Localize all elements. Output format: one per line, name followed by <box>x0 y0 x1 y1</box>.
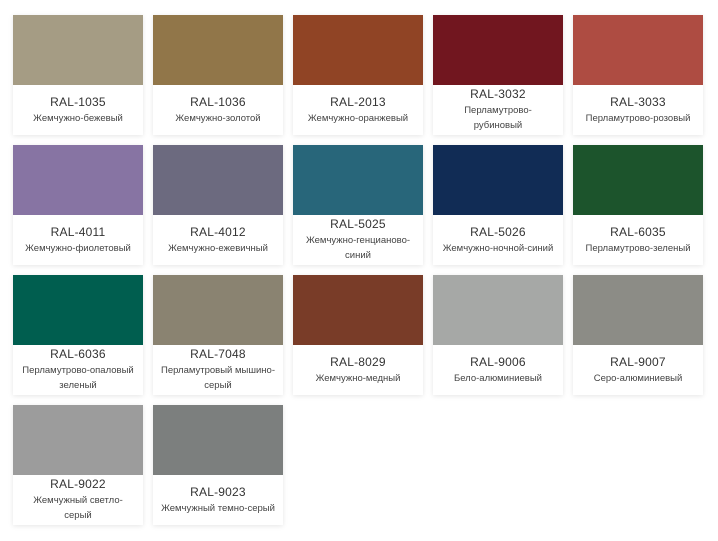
color-code: RAL-3032 <box>470 87 526 101</box>
color-swatch <box>573 145 703 215</box>
color-swatch <box>13 275 143 345</box>
color-card-ral-9007[interactable]: RAL-9007 Серо-алюминиевый <box>573 275 703 395</box>
color-card-ral-5026[interactable]: RAL-5026 Жемчужно-ночной-синий <box>433 145 563 265</box>
color-name: Жемчужный светло-серый <box>33 495 123 521</box>
color-info: RAL-3033 Перламутрово-розовый <box>573 85 703 135</box>
color-code: RAL-6036 <box>50 347 106 361</box>
color-code: RAL-9023 <box>190 484 246 499</box>
color-card-ral-9023[interactable]: RAL-9023 Жемчужный темно-серый <box>153 405 283 525</box>
color-info: RAL-1035 Жемчужно-бежевый <box>13 85 143 135</box>
color-swatch <box>573 15 703 85</box>
color-name: Жемчужно-медный <box>315 372 401 384</box>
color-swatch <box>293 275 423 345</box>
color-swatch <box>13 405 143 475</box>
color-name: Перламутрово-рубиновый <box>464 105 532 131</box>
color-card-ral-5025[interactable]: RAL-5025 Жемчужно-генцианово-синий <box>293 145 423 265</box>
color-card-ral-1035[interactable]: RAL-1035 Жемчужно-бежевый <box>13 15 143 135</box>
color-card-ral-4012[interactable]: RAL-4012 Жемчужно-ежевичный <box>153 145 283 265</box>
color-swatch <box>13 145 143 215</box>
color-card-ral-7048[interactable]: RAL-7048 Перламутровый мышино-серый <box>153 275 283 395</box>
color-code: RAL-5025 <box>330 217 386 231</box>
color-name: Перламутровый мышино-серый <box>160 365 275 391</box>
color-info: RAL-9007 Серо-алюминиевый <box>573 345 703 395</box>
color-info: RAL-9006 Бело-алюминиевый <box>433 345 563 395</box>
color-info: RAL-3032 Перламутрово-рубиновый <box>433 85 563 135</box>
color-swatch <box>573 275 703 345</box>
color-info: RAL-4011 Жемчужно-фиолетовый <box>13 215 143 265</box>
color-swatch <box>153 15 283 85</box>
color-card-ral-3033[interactable]: RAL-3033 Перламутрово-розовый <box>573 15 703 135</box>
color-info: RAL-9022 Жемчужный светло-серый <box>13 475 143 525</box>
color-info: RAL-8029 Жемчужно-медный <box>293 345 423 395</box>
color-card-ral-9022[interactable]: RAL-9022 Жемчужный светло-серый <box>13 405 143 525</box>
color-name: Бело-алюминиевый <box>453 372 542 384</box>
color-code: RAL-3033 <box>610 94 666 109</box>
color-card-ral-1036[interactable]: RAL-1036 Жемчужно-золотой <box>153 15 283 135</box>
color-code: RAL-9006 <box>470 354 526 369</box>
color-card-ral-6036[interactable]: RAL-6036 Перламутрово-опаловый зеленый <box>13 275 143 395</box>
color-info: RAL-5026 Жемчужно-ночной-синий <box>433 215 563 265</box>
color-grid: RAL-1035 Жемчужно-бежевый RAL-1036 Жемчу… <box>0 0 718 541</box>
color-swatch <box>13 15 143 85</box>
color-name: Перламутрово-зеленый <box>585 242 691 254</box>
color-info: RAL-1036 Жемчужно-золотой <box>153 85 283 135</box>
color-swatch <box>433 275 563 345</box>
color-card-ral-8029[interactable]: RAL-8029 Жемчужно-медный <box>293 275 423 395</box>
color-code: RAL-1036 <box>190 94 246 109</box>
color-name: Жемчужно-генцианово-синий <box>305 235 411 261</box>
color-name: Жемчужно-золотой <box>175 112 261 124</box>
color-code: RAL-6035 <box>610 224 666 239</box>
color-card-ral-4011[interactable]: RAL-4011 Жемчужно-фиолетовый <box>13 145 143 265</box>
color-name: Серо-алюминиевый <box>593 372 683 384</box>
color-code: RAL-9022 <box>50 477 106 491</box>
color-info: RAL-9023 Жемчужный темно-серый <box>153 475 283 525</box>
color-code: RAL-4012 <box>190 224 246 239</box>
color-name: Перламутрово-опаловый зеленый <box>22 365 134 391</box>
color-code: RAL-7048 <box>190 347 246 361</box>
color-swatch <box>293 145 423 215</box>
color-name: Перламутрово-розовый <box>585 112 691 124</box>
color-swatch <box>153 275 283 345</box>
color-swatch <box>293 15 423 85</box>
color-swatch <box>153 405 283 475</box>
color-code: RAL-4011 <box>50 224 106 239</box>
color-info: RAL-6036 Перламутрово-опаловый зеленый <box>13 345 143 395</box>
color-swatch <box>153 145 283 215</box>
color-card-ral-2013[interactable]: RAL-2013 Жемчужно-оранжевый <box>293 15 423 135</box>
color-info: RAL-2013 Жемчужно-оранжевый <box>293 85 423 135</box>
color-card-ral-6035[interactable]: RAL-6035 Перламутрово-зеленый <box>573 145 703 265</box>
color-code: RAL-9007 <box>610 354 666 369</box>
color-code: RAL-5026 <box>470 224 526 239</box>
color-card-ral-9006[interactable]: RAL-9006 Бело-алюминиевый <box>433 275 563 395</box>
color-swatch <box>433 15 563 85</box>
color-info: RAL-6035 Перламутрово-зеленый <box>573 215 703 265</box>
color-code: RAL-2013 <box>330 94 386 109</box>
color-card-ral-3032[interactable]: RAL-3032 Перламутрово-рубиновый <box>433 15 563 135</box>
color-info: RAL-4012 Жемчужно-ежевичный <box>153 215 283 265</box>
color-code: RAL-1035 <box>50 94 106 109</box>
color-name: Жемчужно-ночной-синий <box>442 242 554 254</box>
color-info: RAL-7048 Перламутровый мышино-серый <box>153 345 283 395</box>
color-swatch <box>433 145 563 215</box>
color-name: Жемчужно-фиолетовый <box>25 242 131 254</box>
color-name: Жемчужно-оранжевый <box>307 112 409 124</box>
color-code: RAL-8029 <box>330 354 386 369</box>
color-name: Жемчужно-бежевый <box>33 112 123 124</box>
color-name: Жемчужно-ежевичный <box>168 242 268 254</box>
color-name: Жемчужный темно-серый <box>161 502 275 514</box>
color-info: RAL-5025 Жемчужно-генцианово-синий <box>293 215 423 265</box>
